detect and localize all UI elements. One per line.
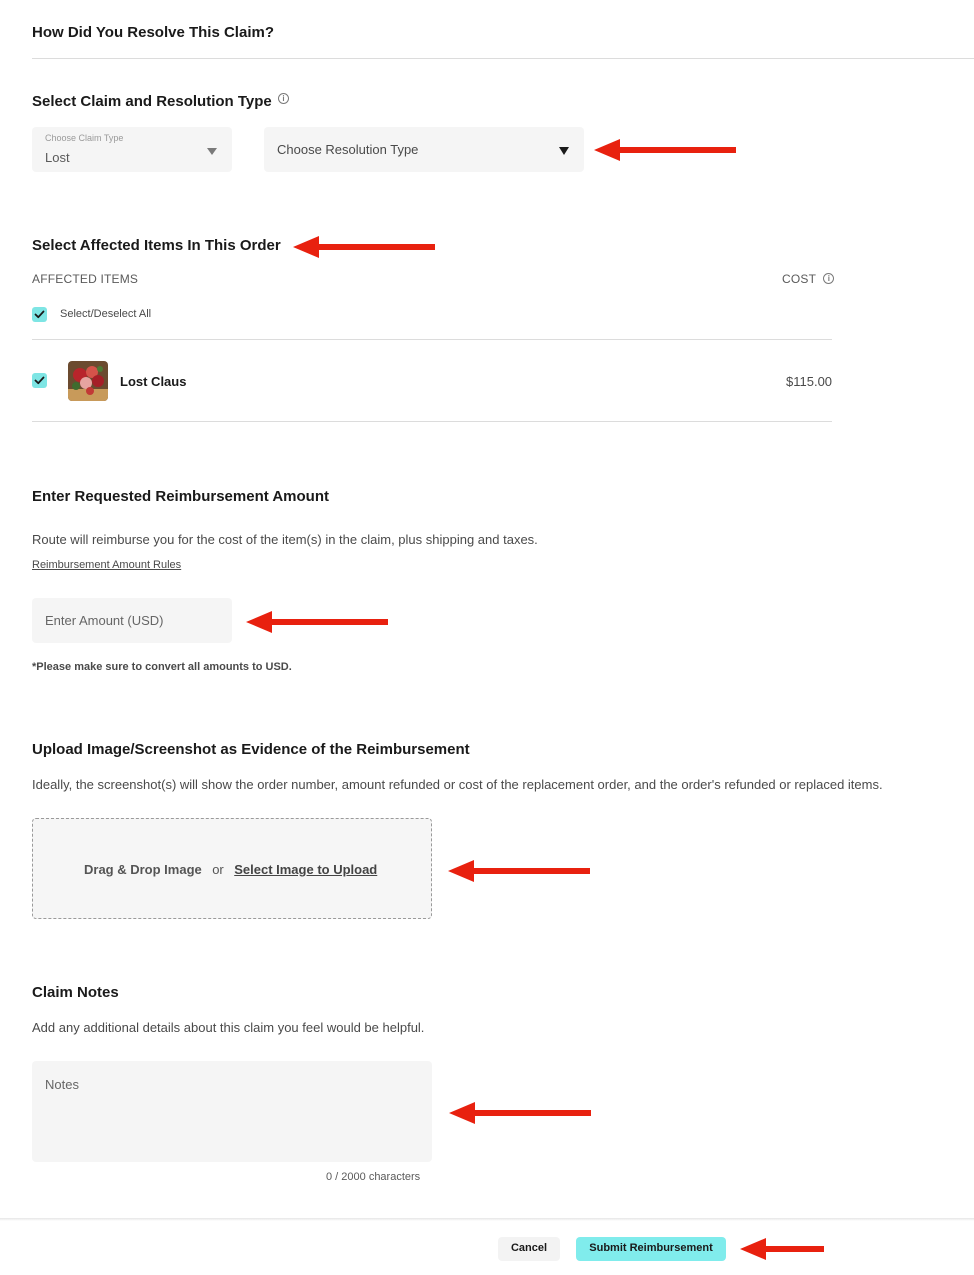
affected-items-heading: Select Affected Items In This Order xyxy=(32,237,281,254)
notes-placeholder: Notes xyxy=(45,1077,79,1092)
cost-column-header: COST i xyxy=(782,272,835,286)
claim-type-heading: Select Claim and Resolution Type i xyxy=(32,93,289,110)
evidence-heading: Upload Image/Screenshot as Evidence of t… xyxy=(32,741,470,758)
claim-type-heading-text: Select Claim and Resolution Type xyxy=(32,93,272,110)
notes-textarea[interactable]: Notes xyxy=(32,1061,432,1162)
checkmark-icon xyxy=(34,376,45,385)
annotation-arrow-icon xyxy=(594,139,736,161)
info-icon[interactable]: i xyxy=(823,273,835,284)
cancel-button[interactable]: Cancel xyxy=(498,1237,560,1261)
title-divider xyxy=(32,58,974,59)
select-all-label[interactable]: Select/Deselect All xyxy=(60,308,151,320)
character-counter: 0 / 2000 characters xyxy=(326,1171,421,1183)
resolution-type-select[interactable]: Choose Resolution Type xyxy=(264,127,584,172)
chevron-down-icon xyxy=(207,148,217,155)
page-title: How Did You Resolve This Claim? xyxy=(32,24,274,41)
evidence-description: Ideally, the screenshot(s) will show the… xyxy=(32,777,883,792)
divider xyxy=(32,339,832,340)
chevron-down-icon xyxy=(559,147,569,155)
product-thumbnail xyxy=(68,361,108,401)
resolution-type-placeholder: Choose Resolution Type xyxy=(277,142,419,157)
item-cost: $115.00 xyxy=(786,374,833,389)
reimbursement-rules-link[interactable]: Reimbursement Amount Rules xyxy=(32,559,181,571)
affected-items-column-header: AFFECTED ITEMS xyxy=(32,272,139,286)
claim-type-label: Choose Claim Type xyxy=(45,133,124,143)
select-all-checkbox[interactable] xyxy=(32,307,47,322)
amount-input-placeholder: Enter Amount (USD) xyxy=(45,613,164,628)
annotation-arrow-icon xyxy=(740,1238,824,1260)
annotation-arrow-icon xyxy=(293,236,435,258)
image-dropzone[interactable]: Drag & Drop Image or Select Image to Upl… xyxy=(32,818,432,919)
claim-type-select[interactable]: Choose Claim Type Lost xyxy=(32,127,232,172)
divider xyxy=(32,421,832,422)
cost-column-label: COST xyxy=(782,272,816,286)
item-checkbox[interactable] xyxy=(32,373,47,388)
submit-reimbursement-button[interactable]: Submit Reimbursement xyxy=(576,1237,726,1261)
claim-notes-heading: Claim Notes xyxy=(32,984,119,1001)
item-name: Lost Claus xyxy=(120,374,187,389)
annotation-arrow-icon xyxy=(449,1102,591,1124)
claim-type-value: Lost xyxy=(45,150,70,165)
reimbursement-description: Route will reimburse you for the cost of… xyxy=(32,532,538,547)
select-image-link[interactable]: Select Image to Upload xyxy=(234,862,377,877)
annotation-arrow-icon xyxy=(246,611,388,633)
dropzone-content: Drag & Drop Image or Select Image to Upl… xyxy=(84,861,377,879)
annotation-arrow-icon xyxy=(448,860,590,882)
usd-conversion-note: *Please make sure to convert all amounts… xyxy=(32,661,292,673)
reimbursement-heading: Enter Requested Reimbursement Amount xyxy=(32,488,329,505)
dropzone-or-text: or xyxy=(212,862,224,877)
dropzone-drag-text: Drag & Drop Image xyxy=(84,862,202,877)
checkmark-icon xyxy=(34,310,45,319)
info-icon[interactable]: i xyxy=(277,93,289,104)
claim-notes-description: Add any additional details about this cl… xyxy=(32,1020,425,1035)
amount-input[interactable]: Enter Amount (USD) xyxy=(32,598,232,643)
footer-divider xyxy=(0,1218,974,1221)
